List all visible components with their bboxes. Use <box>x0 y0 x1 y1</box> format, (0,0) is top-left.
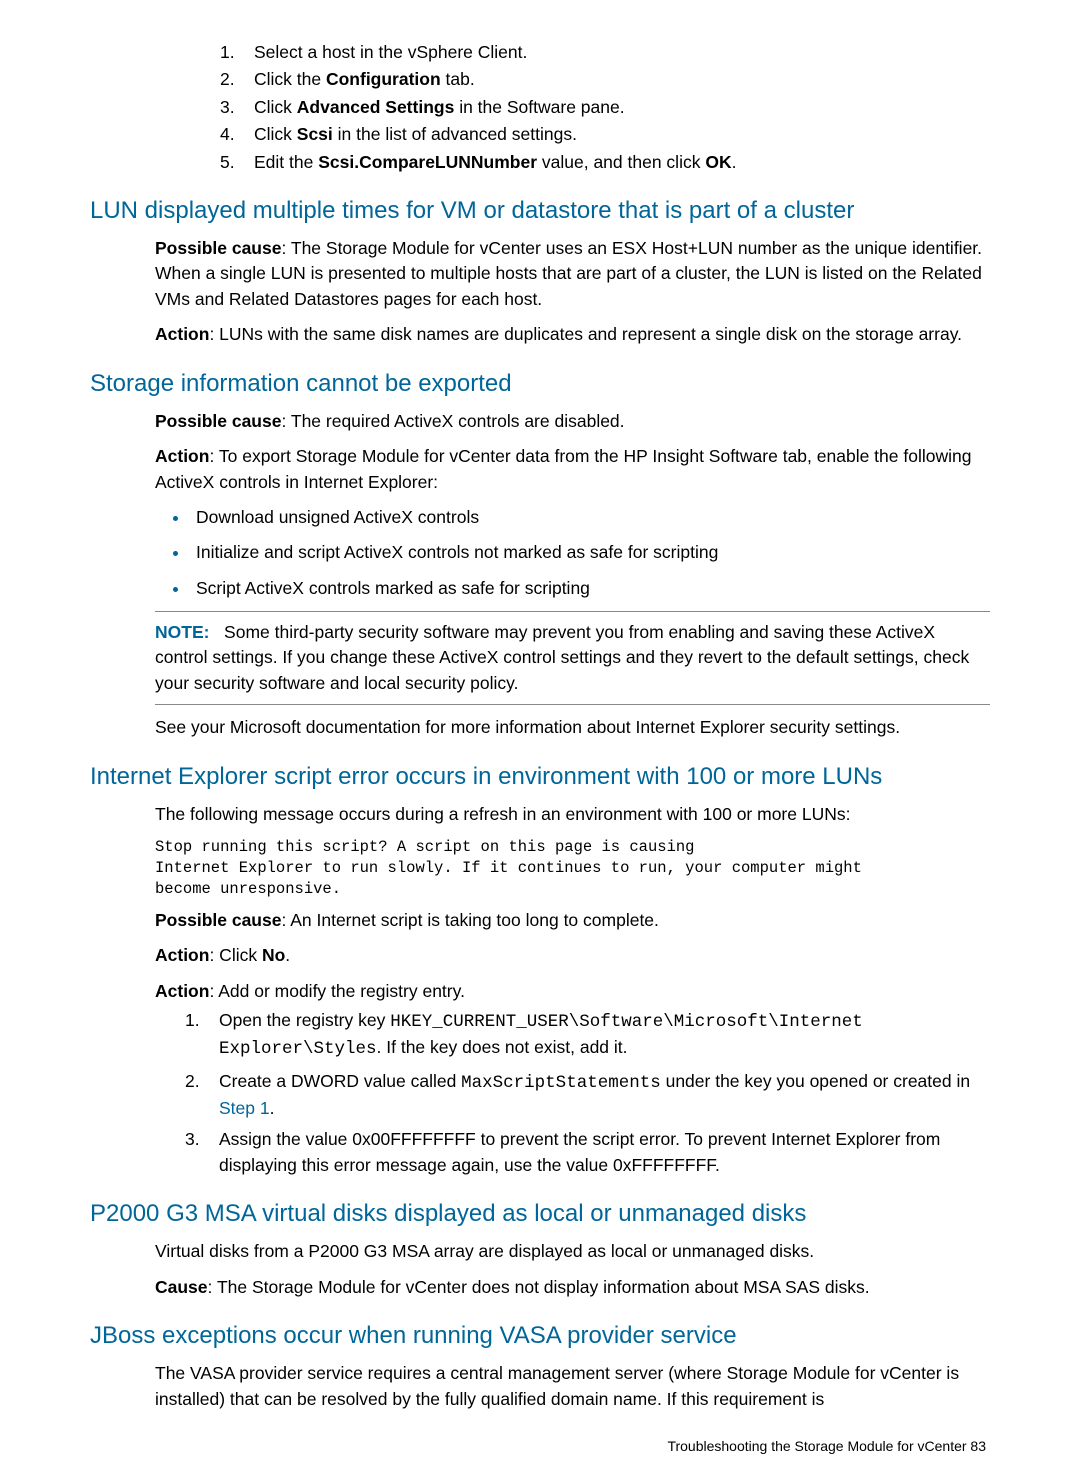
bullet-item: Initialize and script ActiveX controls n… <box>190 540 990 565</box>
export-bullets: Download unsigned ActiveX controls Initi… <box>90 505 990 601</box>
text: tab. <box>441 69 475 89</box>
export-action: Action: To export Storage Module for vCe… <box>155 444 990 495</box>
top-step-4: Click Scsi in the list of advanced setti… <box>220 122 990 147</box>
text: : The required ActiveX controls are disa… <box>281 411 624 431</box>
text: in the list of advanced settings. <box>333 124 577 144</box>
ie-action-registry: Action: Add or modify the registry entry… <box>155 979 990 1004</box>
label: Possible cause <box>155 411 281 431</box>
text: : The Storage Module for vCenter does no… <box>208 1277 870 1297</box>
bold-text: Scsi.CompareLUNNumber <box>318 152 537 172</box>
text: : To export Storage Module for vCenter d… <box>155 446 971 491</box>
top-step-5: Edit the Scsi.CompareLUNNumber value, an… <box>220 150 990 175</box>
bold-text: No <box>262 945 285 965</box>
text: : Click <box>209 945 262 965</box>
step-link[interactable]: Step 1 <box>219 1098 270 1118</box>
text: under the key you opened or created in <box>661 1071 970 1091</box>
bullet-item: Script ActiveX controls marked as safe f… <box>190 576 990 601</box>
bold-text: Configuration <box>326 69 441 89</box>
top-step-3: Click Advanced Settings in the Software … <box>220 95 990 120</box>
label: Action <box>155 945 209 965</box>
text: Click <box>254 97 297 117</box>
ie-cause: Possible cause: An Internet script is ta… <box>155 908 990 933</box>
label: Possible cause <box>155 238 281 258</box>
export-after-note: See your Microsoft documentation for mor… <box>155 715 990 740</box>
bold-text: Advanced Settings <box>297 97 455 117</box>
text: Click the <box>254 69 326 89</box>
export-note: NOTE: Some third-party security software… <box>155 611 990 705</box>
mono-text: MaxScriptStatements <box>461 1073 661 1093</box>
label: Action <box>155 981 209 1001</box>
text: value, and then click <box>537 152 705 172</box>
text: : LUNs with the same disk names are dupl… <box>209 324 962 344</box>
bold-text: Scsi <box>297 124 333 144</box>
bold-text: OK <box>705 152 731 172</box>
ie-registry-steps: Open the registry key HKEY_CURRENT_USER\… <box>90 1008 990 1178</box>
top-numbered-list: Select a host in the vSphere Client. Cli… <box>90 40 990 175</box>
jboss-p1: The VASA provider service requires a cen… <box>155 1361 990 1412</box>
ie-step-2: Create a DWORD value called MaxScriptSta… <box>185 1069 990 1122</box>
ie-step-1: Open the registry key HKEY_CURRENT_USER\… <box>185 1008 990 1063</box>
heading-jboss: JBoss exceptions occur when running VASA… <box>90 1320 990 1351</box>
label: Action <box>155 324 209 344</box>
bullet-item: Download unsigned ActiveX controls <box>190 505 990 530</box>
text: Select a host in the vSphere Client. <box>254 42 527 62</box>
text: Edit the <box>254 152 318 172</box>
heading-p2000: P2000 G3 MSA virtual disks displayed as … <box>90 1198 990 1229</box>
label: Cause <box>155 1277 208 1297</box>
label: Action <box>155 446 209 466</box>
top-step-1: Select a host in the vSphere Client. <box>220 40 990 65</box>
note-text: Some third-party security software may p… <box>155 622 969 693</box>
ie-intro: The following message occurs during a re… <box>155 802 990 827</box>
heading-storage-export: Storage information cannot be exported <box>90 368 990 399</box>
export-cause: Possible cause: The required ActiveX con… <box>155 409 990 434</box>
text: : Add or modify the registry entry. <box>209 981 464 1001</box>
p2000-p1: Virtual disks from a P2000 G3 MSA array … <box>155 1239 990 1264</box>
ie-step-3: Assign the value 0x00FFFFFFFF to prevent… <box>185 1127 990 1178</box>
text: Click <box>254 124 297 144</box>
text: in the Software pane. <box>454 97 624 117</box>
ie-action-no: Action: Click No. <box>155 943 990 968</box>
lun-action: Action: LUNs with the same disk names ar… <box>155 322 990 347</box>
heading-ie-script-error: Internet Explorer script error occurs in… <box>90 761 990 792</box>
ie-code-block: Stop running this script? A script on th… <box>155 837 990 900</box>
text: . <box>285 945 290 965</box>
heading-lun-cluster: LUN displayed multiple times for VM or d… <box>90 195 990 226</box>
label: Possible cause <box>155 910 281 930</box>
lun-cause: Possible cause: The Storage Module for v… <box>155 236 990 312</box>
p2000-cause: Cause: The Storage Module for vCenter do… <box>155 1275 990 1300</box>
text: Open the registry key <box>219 1010 390 1030</box>
text: . <box>732 152 737 172</box>
note-label: NOTE: <box>155 622 209 642</box>
top-step-2: Click the Configuration tab. <box>220 67 990 92</box>
text: : An Internet script is taking too long … <box>281 910 658 930</box>
page-footer: Troubleshooting the Storage Module for v… <box>90 1438 990 1454</box>
text: . If the key does not exist, add it. <box>377 1037 628 1057</box>
text: Create a DWORD value called <box>219 1071 461 1091</box>
text: . <box>270 1098 275 1118</box>
